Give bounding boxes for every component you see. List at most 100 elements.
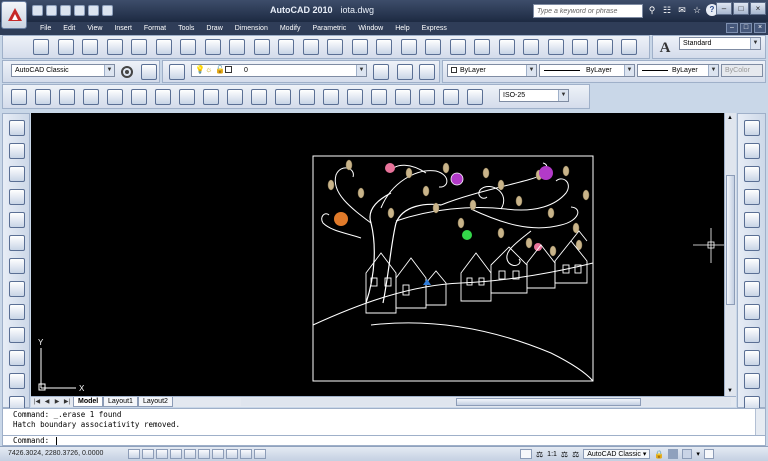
save-icon[interactable] <box>60 5 71 16</box>
layout-tab-layout2[interactable]: Layout2 <box>138 397 173 407</box>
minimize-button[interactable]: – <box>716 2 732 15</box>
prev-tab-icon[interactable]: ◀ <box>43 398 51 406</box>
tool-palettes-icon[interactable] <box>521 37 541 57</box>
open-icon[interactable] <box>46 5 57 16</box>
polar-icon[interactable] <box>170 449 182 459</box>
application-menu-button[interactable] <box>1 1 27 29</box>
lock-ui-icon[interactable]: 🔒 <box>654 450 664 459</box>
coordinate-readout[interactable]: 7426.3024, 2280.3726, 0.0000 <box>8 450 103 457</box>
block-editor-icon[interactable] <box>301 37 321 57</box>
layer-previous-icon[interactable] <box>395 62 415 82</box>
scroll-up-icon[interactable]: ▲ <box>727 115 733 121</box>
hardware-accel-icon[interactable] <box>668 449 679 459</box>
ellipse-icon[interactable] <box>7 325 27 345</box>
close-button[interactable]: × <box>750 2 766 15</box>
baseline-dim-icon[interactable] <box>225 87 245 107</box>
quickcalc-icon[interactable] <box>595 37 615 57</box>
stretch-icon[interactable] <box>742 302 762 322</box>
circle-icon[interactable] <box>7 256 27 276</box>
ortho-icon[interactable] <box>156 449 168 459</box>
horizontal-scrollbar[interactable] <box>241 398 731 406</box>
center-mark-icon[interactable] <box>345 87 365 107</box>
spline-icon[interactable] <box>7 302 27 322</box>
construction-line-icon[interactable] <box>7 141 27 161</box>
undo-icon[interactable] <box>74 5 85 16</box>
revision-cloud-icon[interactable] <box>7 279 27 299</box>
linetype-dropdown[interactable]: ByLayer ▼ <box>539 64 635 77</box>
copy-object-icon[interactable] <box>742 141 762 161</box>
vertical-scroll-thumb[interactable] <box>726 175 735 305</box>
properties-icon[interactable] <box>472 37 492 57</box>
color-dropdown[interactable]: ByLayer ▼ <box>447 64 537 77</box>
maximize-button[interactable]: □ <box>733 2 749 15</box>
help-icon[interactable] <box>619 37 639 57</box>
doc-restore-button[interactable]: □ <box>740 23 752 33</box>
model-space-icon[interactable] <box>520 449 532 459</box>
line-icon[interactable] <box>7 118 27 138</box>
annotation-visibility-icon[interactable]: ⚖ <box>561 450 568 459</box>
polygon-icon[interactable] <box>7 187 27 207</box>
qnew-icon[interactable] <box>31 37 51 57</box>
osnap-icon[interactable] <box>184 449 196 459</box>
zoom-window-icon[interactable] <box>423 37 443 57</box>
annotation-scale-value[interactable]: 1:1 <box>547 451 557 458</box>
dim-text-edit-icon[interactable] <box>441 87 461 107</box>
ordinate-dim-icon[interactable] <box>81 87 101 107</box>
workspace-settings-icon[interactable] <box>117 62 137 82</box>
rotate-icon[interactable] <box>742 256 762 276</box>
zoom-realtime-icon[interactable] <box>399 37 419 57</box>
workspace-switch[interactable]: AutoCAD Classic ▾ <box>583 449 651 459</box>
menu-format[interactable]: Format <box>138 24 172 34</box>
scroll-down-icon[interactable]: ▼ <box>727 388 733 394</box>
continue-dim-icon[interactable] <box>249 87 269 107</box>
zoom-previous-icon[interactable] <box>448 37 468 57</box>
arc-icon[interactable] <box>7 233 27 253</box>
redo-icon[interactable] <box>350 37 370 57</box>
tolerance-icon[interactable] <box>321 87 341 107</box>
make-current-layer-icon[interactable] <box>371 62 391 82</box>
move-icon[interactable] <box>742 233 762 253</box>
annotation-scale-icon[interactable]: ⚖ <box>536 450 543 459</box>
drawing-area[interactable]: Y X <box>31 113 724 396</box>
extend-icon[interactable] <box>742 348 762 368</box>
statusbar-menu-icon[interactable]: ▾ <box>696 450 700 458</box>
new-icon[interactable] <box>32 5 43 16</box>
dim-update-icon[interactable] <box>465 87 485 107</box>
clean-screen-status-icon[interactable] <box>703 449 714 459</box>
first-tab-icon[interactable]: |◀ <box>33 398 41 406</box>
3d-dwf-icon[interactable] <box>178 37 198 57</box>
vertical-scrollbar[interactable]: ▲ ▼ <box>724 113 736 396</box>
polyline-icon[interactable] <box>7 164 27 184</box>
isolate-objects-icon[interactable] <box>682 449 693 459</box>
dim-style-dropdown[interactable]: ISO-25 ▼ <box>499 89 569 102</box>
menu-view[interactable]: View <box>81 24 108 34</box>
binoculars-icon[interactable]: ⚲ <box>646 4 658 17</box>
layer-state-icon[interactable] <box>417 62 437 82</box>
menu-help[interactable]: Help <box>389 24 415 34</box>
insert-block-icon[interactable] <box>7 371 27 391</box>
ellipse-arc-icon[interactable] <box>7 348 27 368</box>
qp-icon[interactable] <box>254 449 266 459</box>
mirror-icon[interactable] <box>742 164 762 184</box>
arc-length-icon[interactable] <box>57 87 77 107</box>
text-style-dropdown[interactable]: Standard ▼ <box>679 37 761 50</box>
workspace-dropdown[interactable]: AutoCAD Classic ▼ <box>11 64 115 77</box>
menu-modify[interactable]: Modify <box>274 24 307 34</box>
jogged-dim-icon[interactable] <box>129 87 149 107</box>
open-icon[interactable] <box>56 37 76 57</box>
publish-icon[interactable] <box>154 37 174 57</box>
markup-icon[interactable] <box>570 37 590 57</box>
sheet-set-icon[interactable] <box>546 37 566 57</box>
cut-icon[interactable] <box>203 37 223 57</box>
autoscale-icon[interactable]: ⚖ <box>572 450 579 459</box>
menu-insert[interactable]: Insert <box>108 24 138 34</box>
lineweight-dropdown[interactable]: ByLayer ▼ <box>637 64 719 77</box>
trim-icon[interactable] <box>742 325 762 345</box>
command-scrollbar[interactable] <box>755 409 765 435</box>
snap-icon[interactable] <box>128 449 140 459</box>
design-center-icon[interactable] <box>497 37 517 57</box>
redo-icon[interactable] <box>88 5 99 16</box>
dim-space-icon[interactable] <box>273 87 293 107</box>
radius-dim-icon[interactable] <box>105 87 125 107</box>
menu-file[interactable]: File <box>34 24 57 34</box>
